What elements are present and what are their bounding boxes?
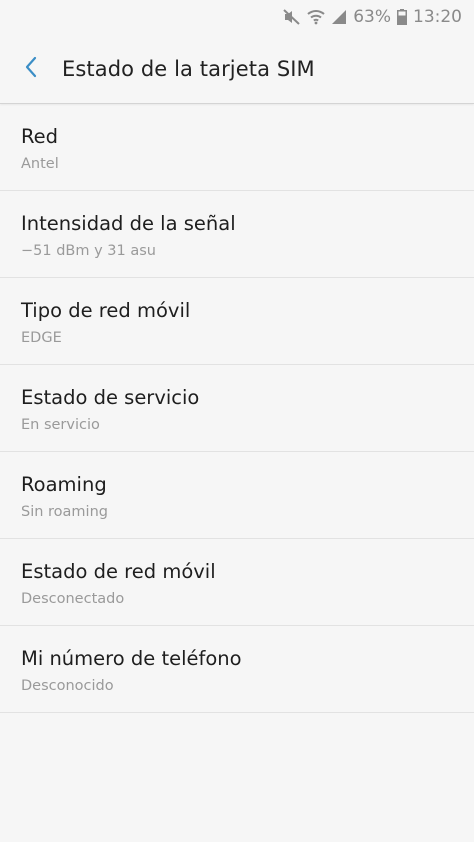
item-value: Desconocido <box>21 678 114 694</box>
page-title: Estado de la tarjeta SIM <box>62 56 315 81</box>
clock: 13:20 <box>413 7 462 27</box>
wifi-icon <box>307 9 325 25</box>
sim-status-list: Red Antel Intensidad de la señal −51 dBm… <box>0 104 474 713</box>
battery-icon <box>397 9 407 25</box>
list-item-red[interactable]: Red Antel <box>0 104 474 191</box>
item-title: Intensidad de la señal <box>21 212 236 235</box>
app-bar: Estado de la tarjeta SIM <box>0 34 474 104</box>
item-title: Mi número de teléfono <box>21 647 242 670</box>
list-item-network-type[interactable]: Tipo de red móvil EDGE <box>0 278 474 365</box>
item-value: Antel <box>21 156 59 172</box>
item-title: Roaming <box>21 473 107 496</box>
back-button[interactable] <box>0 34 62 104</box>
item-value: EDGE <box>21 330 62 346</box>
signal-icon <box>331 9 347 25</box>
chevron-left-icon <box>24 56 38 82</box>
item-title: Tipo de red móvil <box>21 299 191 322</box>
item-value: En servicio <box>21 417 100 433</box>
mute-icon <box>283 9 301 25</box>
list-item-signal-strength[interactable]: Intensidad de la señal −51 dBm y 31 asu <box>0 191 474 278</box>
item-value: −51 dBm y 31 asu <box>21 243 156 259</box>
status-bar: 63% 13:20 <box>0 0 474 34</box>
list-item-phone-number[interactable]: Mi número de teléfono Desconocido <box>0 626 474 713</box>
item-title: Estado de servicio <box>21 386 200 409</box>
list-item-roaming[interactable]: Roaming Sin roaming <box>0 452 474 539</box>
list-item-service-state[interactable]: Estado de servicio En servicio <box>0 365 474 452</box>
list-item-network-state[interactable]: Estado de red móvil Desconectado <box>0 539 474 626</box>
item-title: Red <box>21 125 59 148</box>
item-value: Sin roaming <box>21 504 108 520</box>
item-value: Desconectado <box>21 591 125 607</box>
battery-percent: 63% <box>353 7 391 27</box>
item-title: Estado de red móvil <box>21 560 216 583</box>
